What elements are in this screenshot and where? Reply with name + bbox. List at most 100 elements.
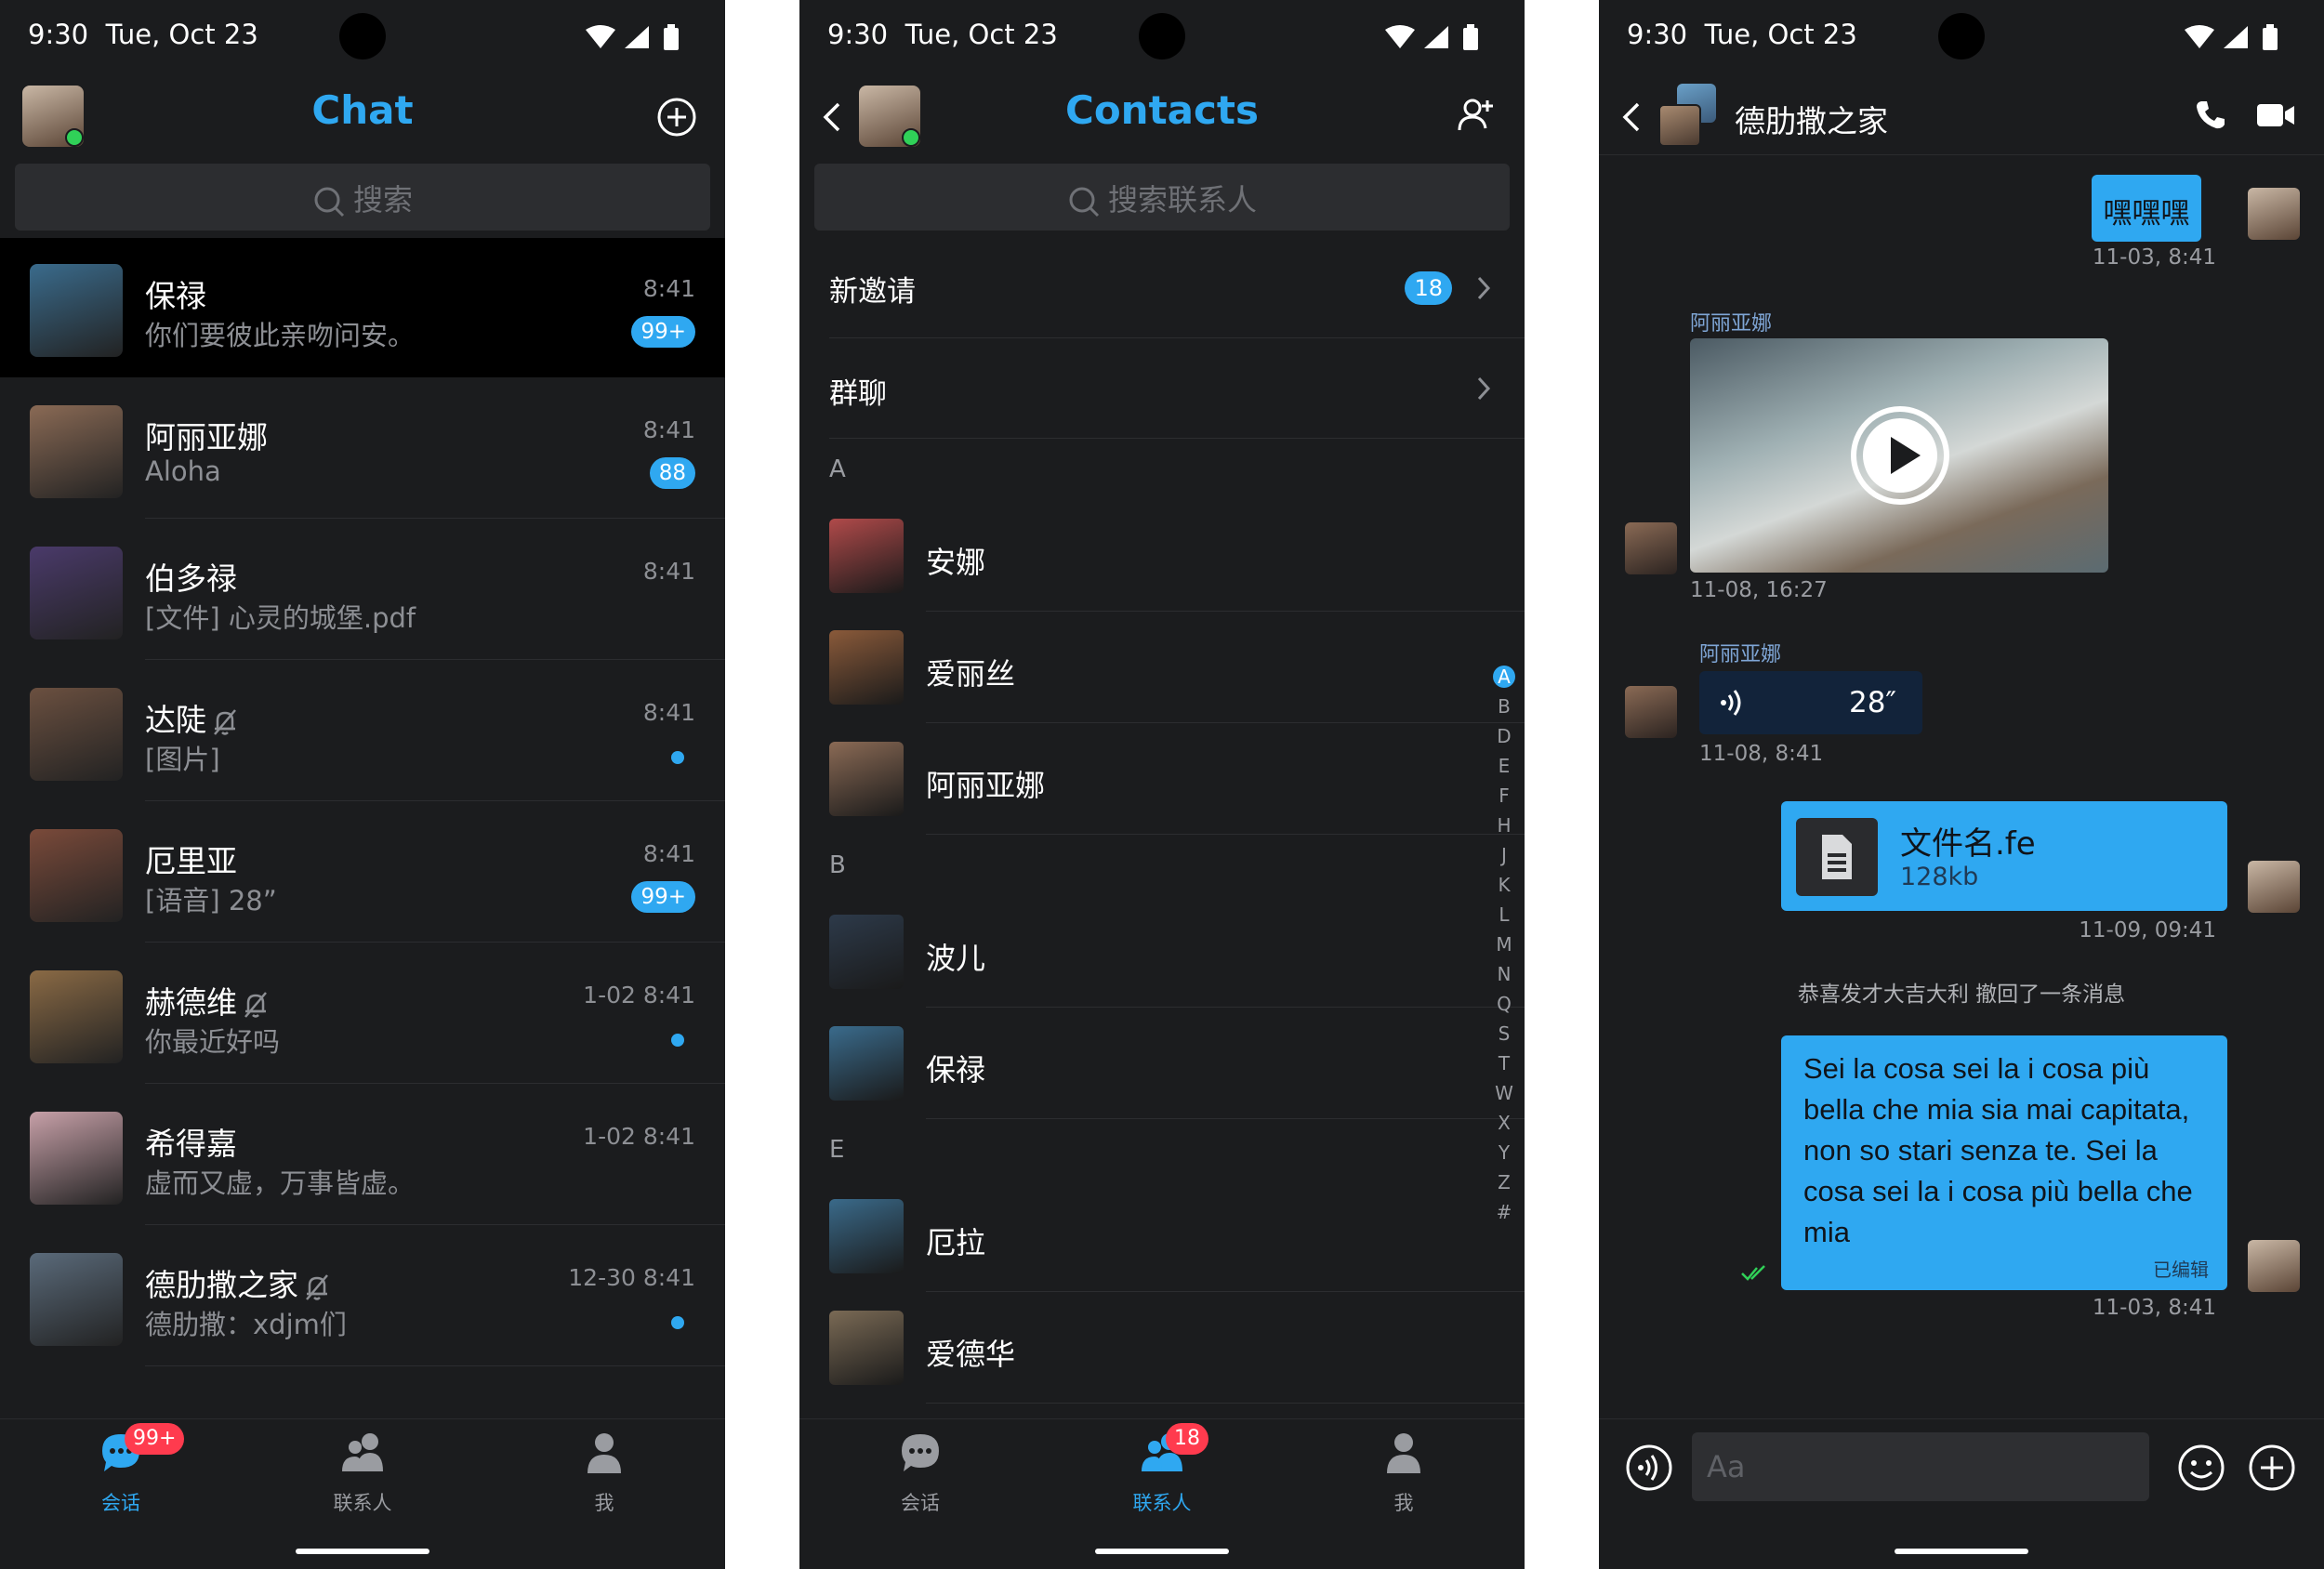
play-icon[interactable]: [1850, 405, 1950, 506]
conversation-name: 德肋撒之家: [145, 1260, 330, 1305]
index-letter[interactable]: A: [1493, 666, 1515, 688]
index-letter[interactable]: H: [1493, 811, 1515, 840]
contact-row[interactable]: 爱德华: [799, 1292, 1525, 1404]
add-attachment-icon[interactable]: [2248, 1444, 2296, 1492]
index-letter[interactable]: M: [1493, 930, 1515, 959]
my-avatar[interactable]: [2248, 1240, 2300, 1292]
conversation-row[interactable]: 厄里亚 [语音] 28” 8:41 99+: [0, 803, 725, 943]
alphabet-index[interactable]: A B D E F H J K L M N Q S T W X Y Z #: [1493, 662, 1515, 1227]
message-timestamp: 11-03, 8:41: [2092, 1296, 2216, 1320]
group-avatar-front: [1658, 104, 1701, 147]
emoji-icon[interactable]: [2177, 1444, 2225, 1492]
file-size: 128kb: [1900, 863, 1979, 891]
divider: [145, 659, 725, 660]
sender-avatar[interactable]: [1625, 686, 1677, 738]
chat-header: Chat: [0, 74, 725, 156]
index-letter[interactable]: E: [1493, 751, 1515, 781]
voice-message-bubble[interactable]: 28″: [1699, 671, 1922, 734]
section-header: E: [829, 1136, 845, 1164]
index-letter[interactable]: Y: [1493, 1138, 1515, 1167]
camera-cutout: [1938, 13, 1985, 59]
conversation-row[interactable]: 德肋撒之家 德肋撒：xdjm们 12-30 8:41: [0, 1227, 725, 1366]
voice-wave-icon: [1721, 690, 1741, 716]
conversation-name-text: 德肋撒之家: [145, 1267, 298, 1303]
contact-row[interactable]: 保禄: [799, 1008, 1525, 1119]
unread-badge: 99+: [631, 881, 695, 913]
conversation-row[interactable]: 伯多禄 [文件] 心灵的城堡.pdf 8:41: [0, 521, 725, 660]
conversation-row[interactable]: 希得嘉 虚而又虚，万事皆虚。 1-02 8:41: [0, 1086, 725, 1225]
search-placeholder: 搜索: [352, 182, 413, 218]
index-letter[interactable]: L: [1493, 900, 1515, 930]
index-letter[interactable]: Q: [1493, 989, 1515, 1019]
message-text: 嘿嘿嘿: [2103, 197, 2190, 231]
video-call-icon[interactable]: [2255, 100, 2296, 130]
file-message-bubble[interactable]: 文件名.fe 128kb: [1781, 801, 2227, 911]
tab-chat-bubble[interactable]: 会话: [827, 1419, 1013, 1522]
add-contact-icon[interactable]: [1456, 95, 1497, 136]
tab-person[interactable]: 我: [1311, 1419, 1497, 1522]
contact-name: 爱丽丝: [926, 656, 1016, 692]
my-avatar[interactable]: [2248, 188, 2300, 240]
contact-row[interactable]: 阿丽亚娜: [799, 723, 1525, 835]
outgoing-message-bubble[interactable]: Sei la cosa sei la i cosa più bella che …: [1781, 1035, 2227, 1290]
chevron-right-icon: [1477, 376, 1491, 401]
divider: [926, 834, 1525, 835]
back-icon[interactable]: [1619, 100, 1642, 134]
contact-row[interactable]: 厄拉: [799, 1180, 1525, 1292]
unread-badge: 88: [649, 457, 695, 489]
index-letter[interactable]: T: [1493, 1048, 1515, 1078]
conversation-row[interactable]: 阿丽亚娜 Aloha 8:41 88: [0, 379, 725, 519]
index-letter[interactable]: S: [1493, 1019, 1515, 1048]
contact-name: 厄拉: [926, 1225, 986, 1260]
video-message[interactable]: [1690, 338, 2108, 573]
index-letter[interactable]: X: [1493, 1108, 1515, 1138]
status-bar: 9:30 Tue, Oct 23: [799, 0, 1525, 74]
new-invites-row[interactable]: 新邀请 18: [799, 238, 1525, 338]
my-avatar[interactable]: [2248, 861, 2300, 913]
index-letter[interactable]: J: [1493, 840, 1515, 870]
contact-row[interactable]: 波儿: [799, 896, 1525, 1008]
tab-contacts[interactable]: 联系人: [270, 1419, 456, 1522]
index-letter[interactable]: Z: [1493, 1167, 1515, 1197]
contacts-header: Contacts: [799, 74, 1525, 156]
conversation-name: 阿丽亚娜: [145, 413, 268, 457]
index-letter[interactable]: B: [1493, 692, 1515, 721]
conversation-row[interactable]: 赫德维 你最近好吗 1-02 8:41: [0, 944, 725, 1084]
search-input[interactable]: 搜索: [15, 164, 710, 231]
sender-name: 阿丽亚娜: [1699, 643, 1782, 666]
index-letter[interactable]: F: [1493, 781, 1515, 811]
tab-contacts[interactable]: 联系人 18: [1069, 1419, 1255, 1522]
conversation-preview: [文件] 心灵的城堡.pdf: [145, 602, 416, 634]
home-indicator: [1095, 1549, 1229, 1554]
conversation-row[interactable]: 达陡 [图片] 8:41: [0, 662, 725, 801]
tab-chat-bubble[interactable]: 会话 99+: [28, 1419, 214, 1522]
contact-name: 波儿: [926, 941, 986, 976]
contact-row[interactable]: 爱丽丝: [799, 612, 1525, 723]
conversation-name: 保禄: [145, 271, 206, 316]
index-letter[interactable]: D: [1493, 721, 1515, 751]
divider: [145, 518, 725, 519]
sender-avatar[interactable]: [1625, 522, 1677, 574]
add-circle-icon[interactable]: [656, 97, 697, 138]
conversation-row[interactable]: 保禄 你们要彼此亲吻问安。 8:41 99+: [0, 238, 725, 377]
contacts-search-input[interactable]: 搜索联系人: [814, 164, 1510, 231]
phone-call-icon[interactable]: [2194, 99, 2227, 132]
conversation-name: 赫德维: [145, 978, 269, 1022]
status-icons: [586, 24, 679, 50]
divider: [145, 942, 725, 943]
contact-row[interactable]: 安娜: [799, 500, 1525, 612]
index-letter[interactable]: #: [1493, 1197, 1515, 1227]
outgoing-message-bubble[interactable]: 嘿嘿嘿: [2092, 175, 2201, 242]
contact-name: 安娜: [926, 545, 986, 580]
voice-input-icon[interactable]: [1625, 1444, 1673, 1492]
index-letter[interactable]: W: [1493, 1078, 1515, 1108]
new-invites-label: 新邀请: [829, 275, 916, 309]
message-input[interactable]: Aa: [1692, 1432, 2149, 1501]
tab-person[interactable]: 我: [511, 1419, 697, 1522]
group-chats-row[interactable]: 群聊: [799, 338, 1525, 439]
index-letter[interactable]: N: [1493, 959, 1515, 989]
search-icon: [314, 187, 345, 218]
input-placeholder: Aa: [1707, 1449, 1746, 1484]
conversation-header: 德肋撒之家: [1599, 74, 2324, 155]
index-letter[interactable]: K: [1493, 870, 1515, 900]
